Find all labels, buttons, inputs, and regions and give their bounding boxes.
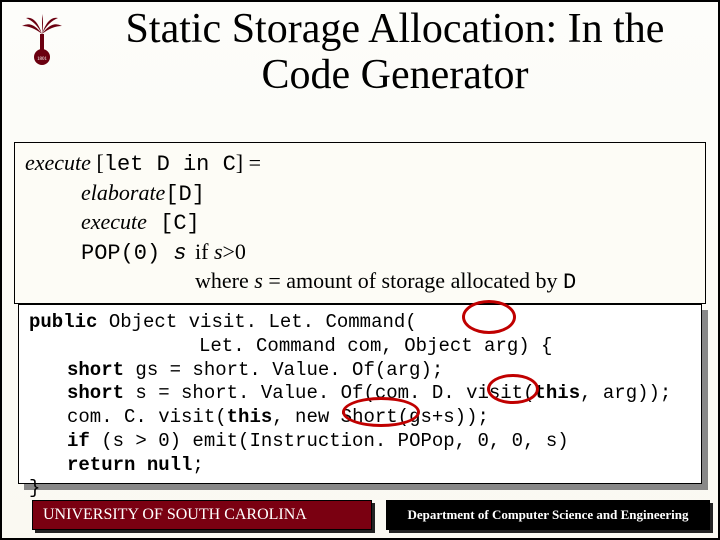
code-line-4: short s = short. Value. Of(com. D. visit…	[29, 382, 691, 406]
code-text: Object visit. Let. Command(	[97, 311, 416, 333]
if-word: if	[195, 239, 214, 264]
kw-this: this	[534, 382, 580, 404]
code-line-5: com. C. visit(this, new Short(gs+s));	[29, 406, 691, 430]
rule-line-5: where s = amount of storage allocated by…	[25, 267, 695, 297]
code-box: public Object visit. Let. Command( Let. …	[18, 304, 702, 484]
code-text: com. C. visit(	[67, 406, 227, 428]
svg-text:1801: 1801	[37, 57, 48, 62]
rule-line-2: elaborate[D]	[25, 179, 695, 209]
C-bracket: [C]	[147, 211, 200, 236]
code-line-7: return null;	[29, 454, 691, 478]
D-var-2: D	[563, 270, 576, 295]
elaborate-word: elaborate	[81, 180, 165, 205]
eq-amount: = amount of storage allocated by	[263, 268, 563, 293]
palm-tree-icon: 1801	[14, 12, 70, 68]
C-var: C	[223, 152, 236, 177]
s-var-3: s	[254, 268, 263, 293]
rule-line-4: POP(0) s if s>0	[25, 238, 695, 268]
code-text: gs = short. Value. Of(arg);	[124, 359, 443, 381]
D-bracket: [D]	[165, 182, 205, 207]
rule-line-1: execute [let D in C] =	[25, 149, 695, 179]
code-line-2: Let. Command com, Object arg) {	[29, 335, 691, 359]
kw-this: this	[227, 406, 273, 428]
execute-word-2: execute	[81, 209, 147, 234]
footer-university: UNIVERSITY OF SOUTH CAROLINA	[32, 500, 372, 530]
execute-word: execute	[25, 150, 91, 175]
code-line-3: short gs = short. Value. Of(arg);	[29, 359, 691, 383]
in-kw: in	[170, 152, 223, 177]
gt-zero: >0	[223, 239, 246, 264]
slide: 1801 Static Storage Allocation: In the C…	[0, 0, 720, 540]
code-text: ;	[192, 454, 203, 476]
code-text: s = short. Value. Of(com. D. visit(	[124, 382, 534, 404]
footer-department: Department of Computer Science and Engin…	[386, 500, 710, 530]
rule-line-3: execute [C]	[25, 208, 695, 238]
kw-short: short	[67, 359, 124, 381]
D-var: D	[157, 152, 170, 177]
code-line-8: }	[29, 477, 691, 501]
kw-if: if	[67, 430, 90, 452]
rule-box: execute [let D in C] = elaborate[D] exec…	[14, 142, 706, 304]
kw-return-null: return null	[67, 454, 192, 476]
code-line-1: public Object visit. Let. Command(	[29, 311, 691, 335]
rbracket-eq: ] =	[236, 150, 261, 175]
let-kw: let	[104, 152, 157, 177]
code-text: , arg));	[580, 382, 671, 404]
slide-title: Static Storage Allocation: In the Code G…	[82, 6, 708, 98]
where-word: where	[195, 268, 254, 293]
s-var: s	[173, 241, 186, 266]
pop-instr: POP(0)	[81, 241, 173, 266]
s-var-2: s	[214, 239, 223, 264]
code-text: , new Short(gs+s));	[272, 406, 489, 428]
kw-public: public	[29, 311, 97, 333]
code-text: (s > 0) emit(Instruction. POPop, 0, 0, s…	[90, 430, 569, 452]
university-logo: 1801	[12, 10, 72, 70]
kw-short: short	[67, 382, 124, 404]
lbracket: [	[91, 150, 104, 175]
code-line-6: if (s > 0) emit(Instruction. POPop, 0, 0…	[29, 430, 691, 454]
